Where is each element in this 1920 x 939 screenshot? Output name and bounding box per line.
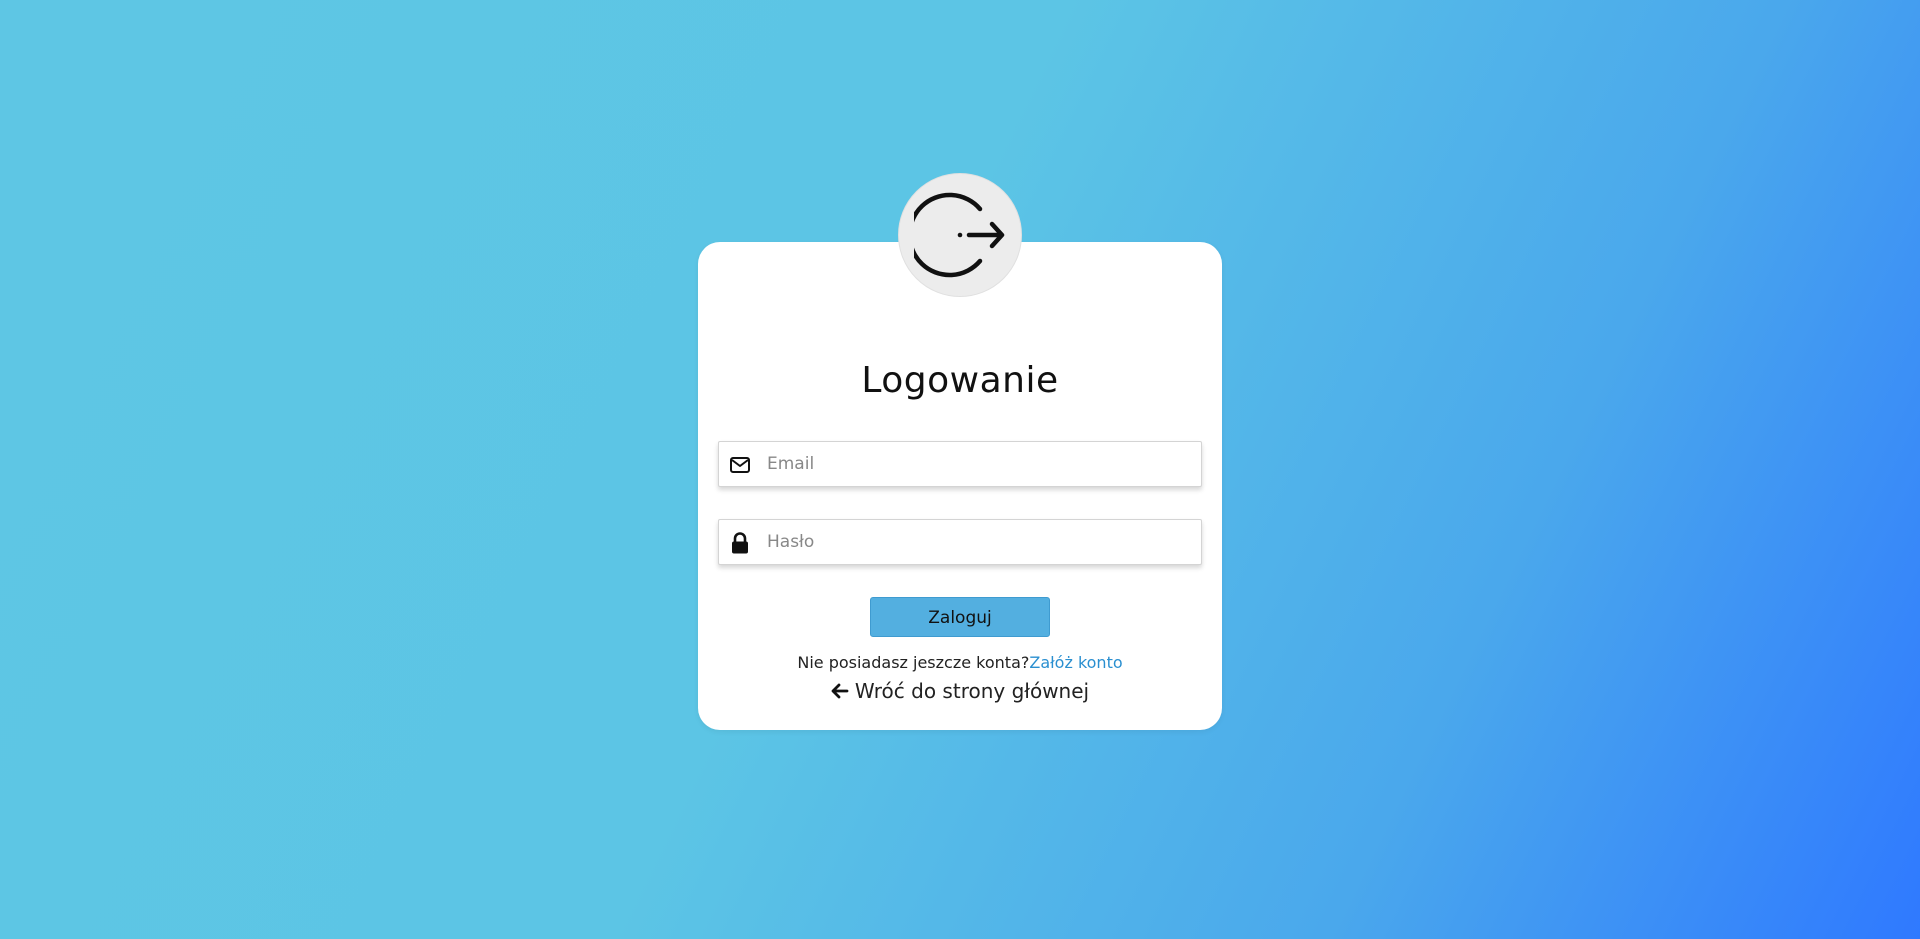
logout-arrow-icon (914, 189, 1006, 281)
login-avatar (898, 173, 1022, 297)
back-row: Wróć do strony głównej (698, 679, 1222, 704)
envelope-icon (729, 454, 751, 476)
password-input[interactable] (767, 520, 1195, 564)
password-field[interactable] (718, 519, 1202, 565)
register-prompt-row: Nie posiadasz jeszcze konta?Załóż konto (698, 653, 1222, 672)
register-prompt-text: Nie posiadasz jeszcze konta? (797, 653, 1030, 672)
arrow-left-icon (831, 683, 849, 699)
email-input[interactable] (767, 442, 1195, 486)
back-to-home-label: Wróć do strony głównej (854, 679, 1090, 703)
page-title: Logowanie (861, 360, 1059, 401)
lock-icon (729, 532, 751, 554)
register-link[interactable]: Załóż konto (1029, 653, 1122, 672)
login-button[interactable]: Zaloguj (870, 597, 1050, 637)
email-field[interactable] (718, 441, 1202, 487)
login-card: Logowanie Zaloguj Nie posiadasz jeszcze … (698, 242, 1222, 730)
back-to-home-link[interactable]: Wróć do strony głównej (831, 679, 1089, 703)
